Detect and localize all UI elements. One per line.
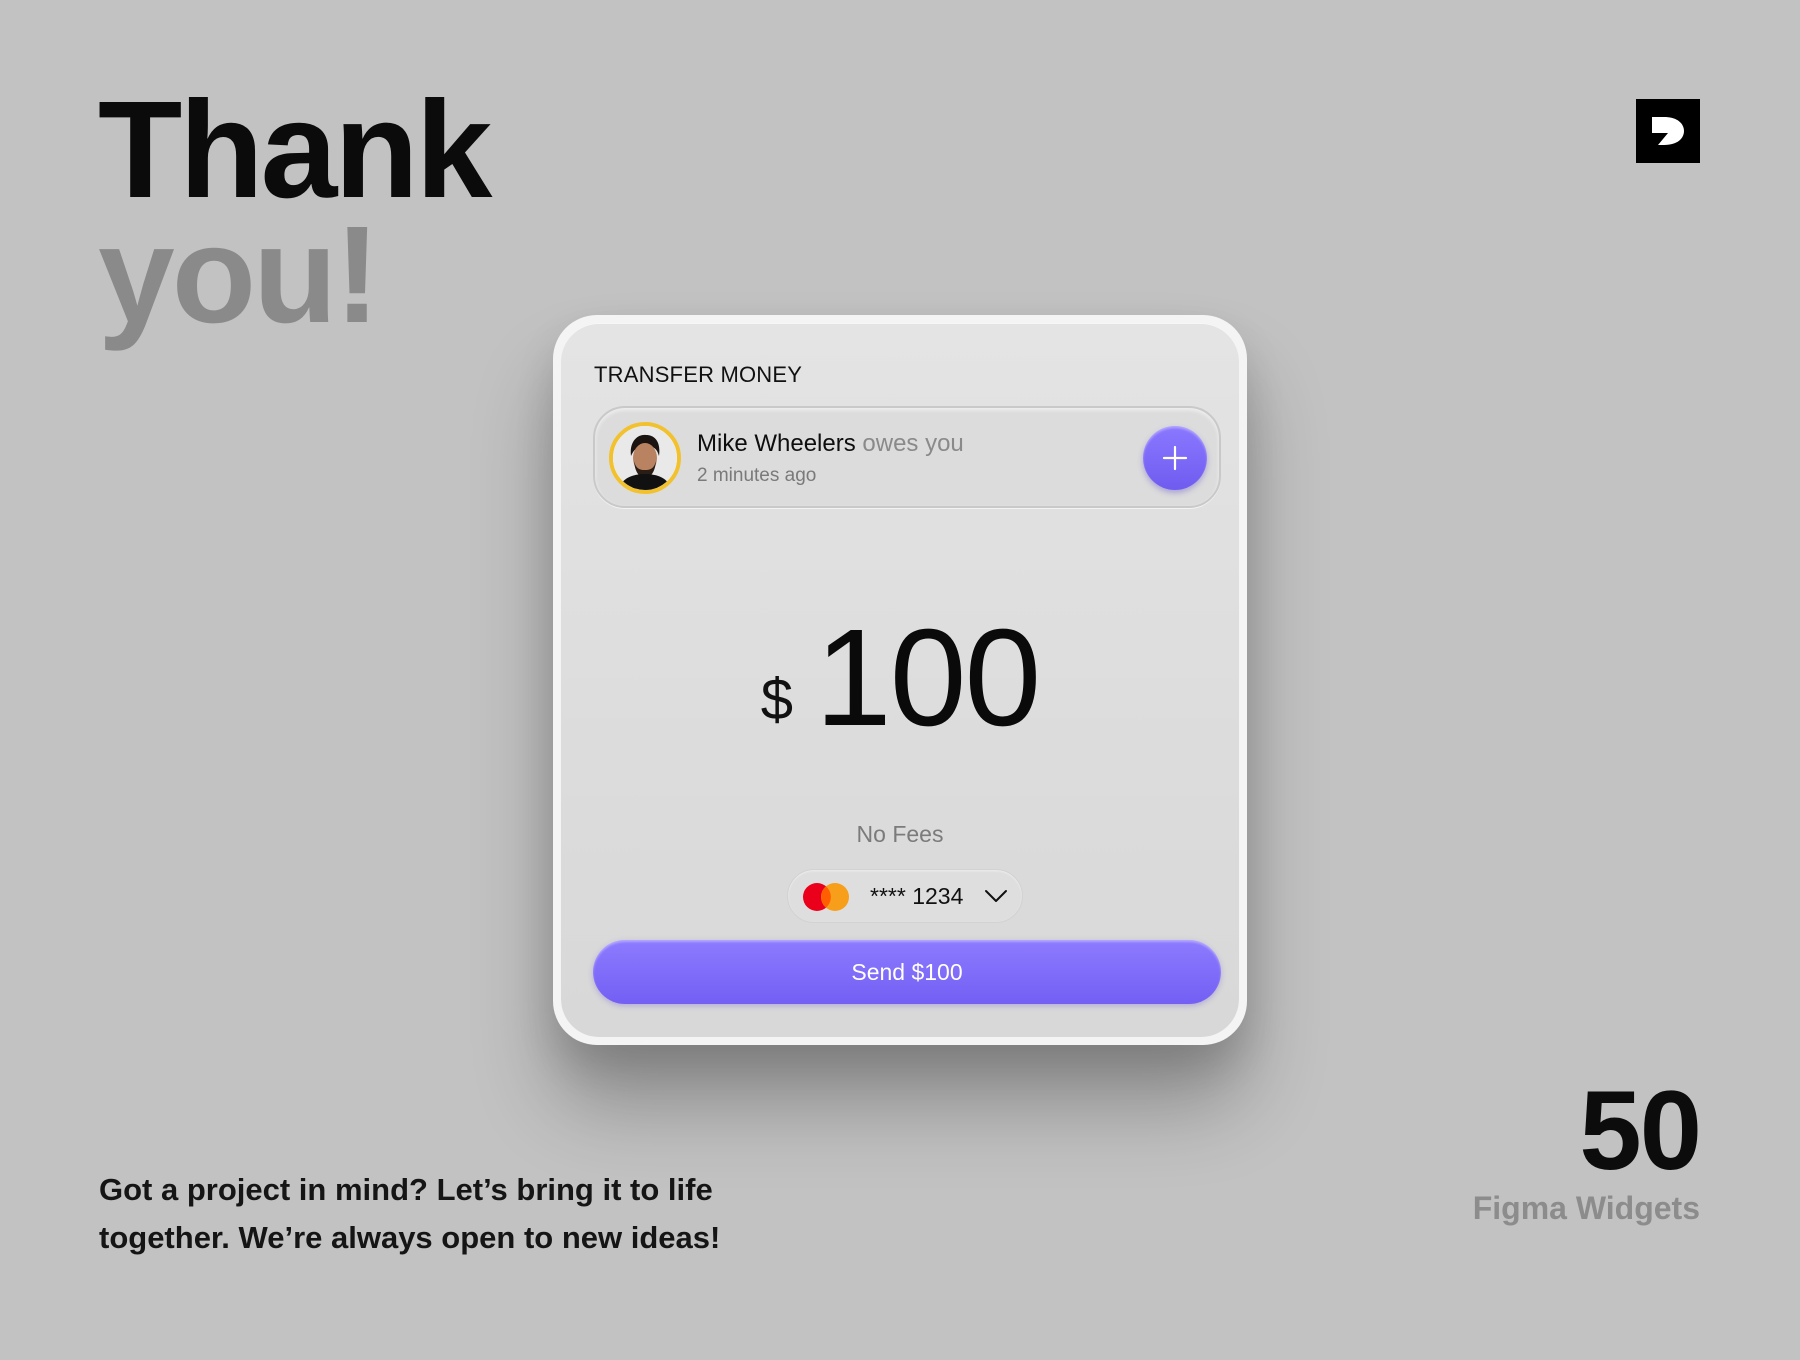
widget-title: TRANSFER MONEY [594,362,803,387]
chevron-down-icon [985,890,1007,902]
add-button[interactable] [1143,426,1207,490]
card-number: **** 1234 [870,883,964,909]
headline-line-2: you! [98,198,380,352]
currency-symbol: $ [760,667,793,732]
stat-number: 50 [1579,1068,1702,1193]
amount-display: $ 100 [561,601,1239,755]
transfer-money-widget: TRANSFER MONEY Mike Wheelers owes you 2 … [553,315,1247,1045]
widget-count-stat: 50 Figma Widgets [1472,1068,1702,1227]
notification-suffix: owes you [862,430,964,457]
headline-line-1: Thank [98,73,492,227]
notification-text: Mike Wheelers owes you [697,430,964,458]
owe-notification[interactable]: Mike Wheelers owes you 2 minutes ago [593,406,1221,508]
headline: Thank you! [98,73,492,352]
fees-label: No Fees [856,821,944,847]
tagline: Got a project in mind? Let’s bring it to… [99,1172,721,1255]
brand-logo-icon [1636,99,1700,163]
stat-label: Figma Widgets [1472,1190,1700,1226]
avatar [609,422,681,494]
mastercard-icon [803,883,849,911]
payment-card-select[interactable]: **** 1234 [787,869,1023,923]
send-button[interactable]: Send $100 [593,940,1221,1004]
widget-card: TRANSFER MONEY Mike Wheelers owes you 2 … [561,323,1239,1037]
debtor-name: Mike Wheelers [697,430,856,457]
plus-icon [1162,445,1188,471]
notification-time: 2 minutes ago [697,465,817,486]
amount-value: 100 [815,601,1041,755]
